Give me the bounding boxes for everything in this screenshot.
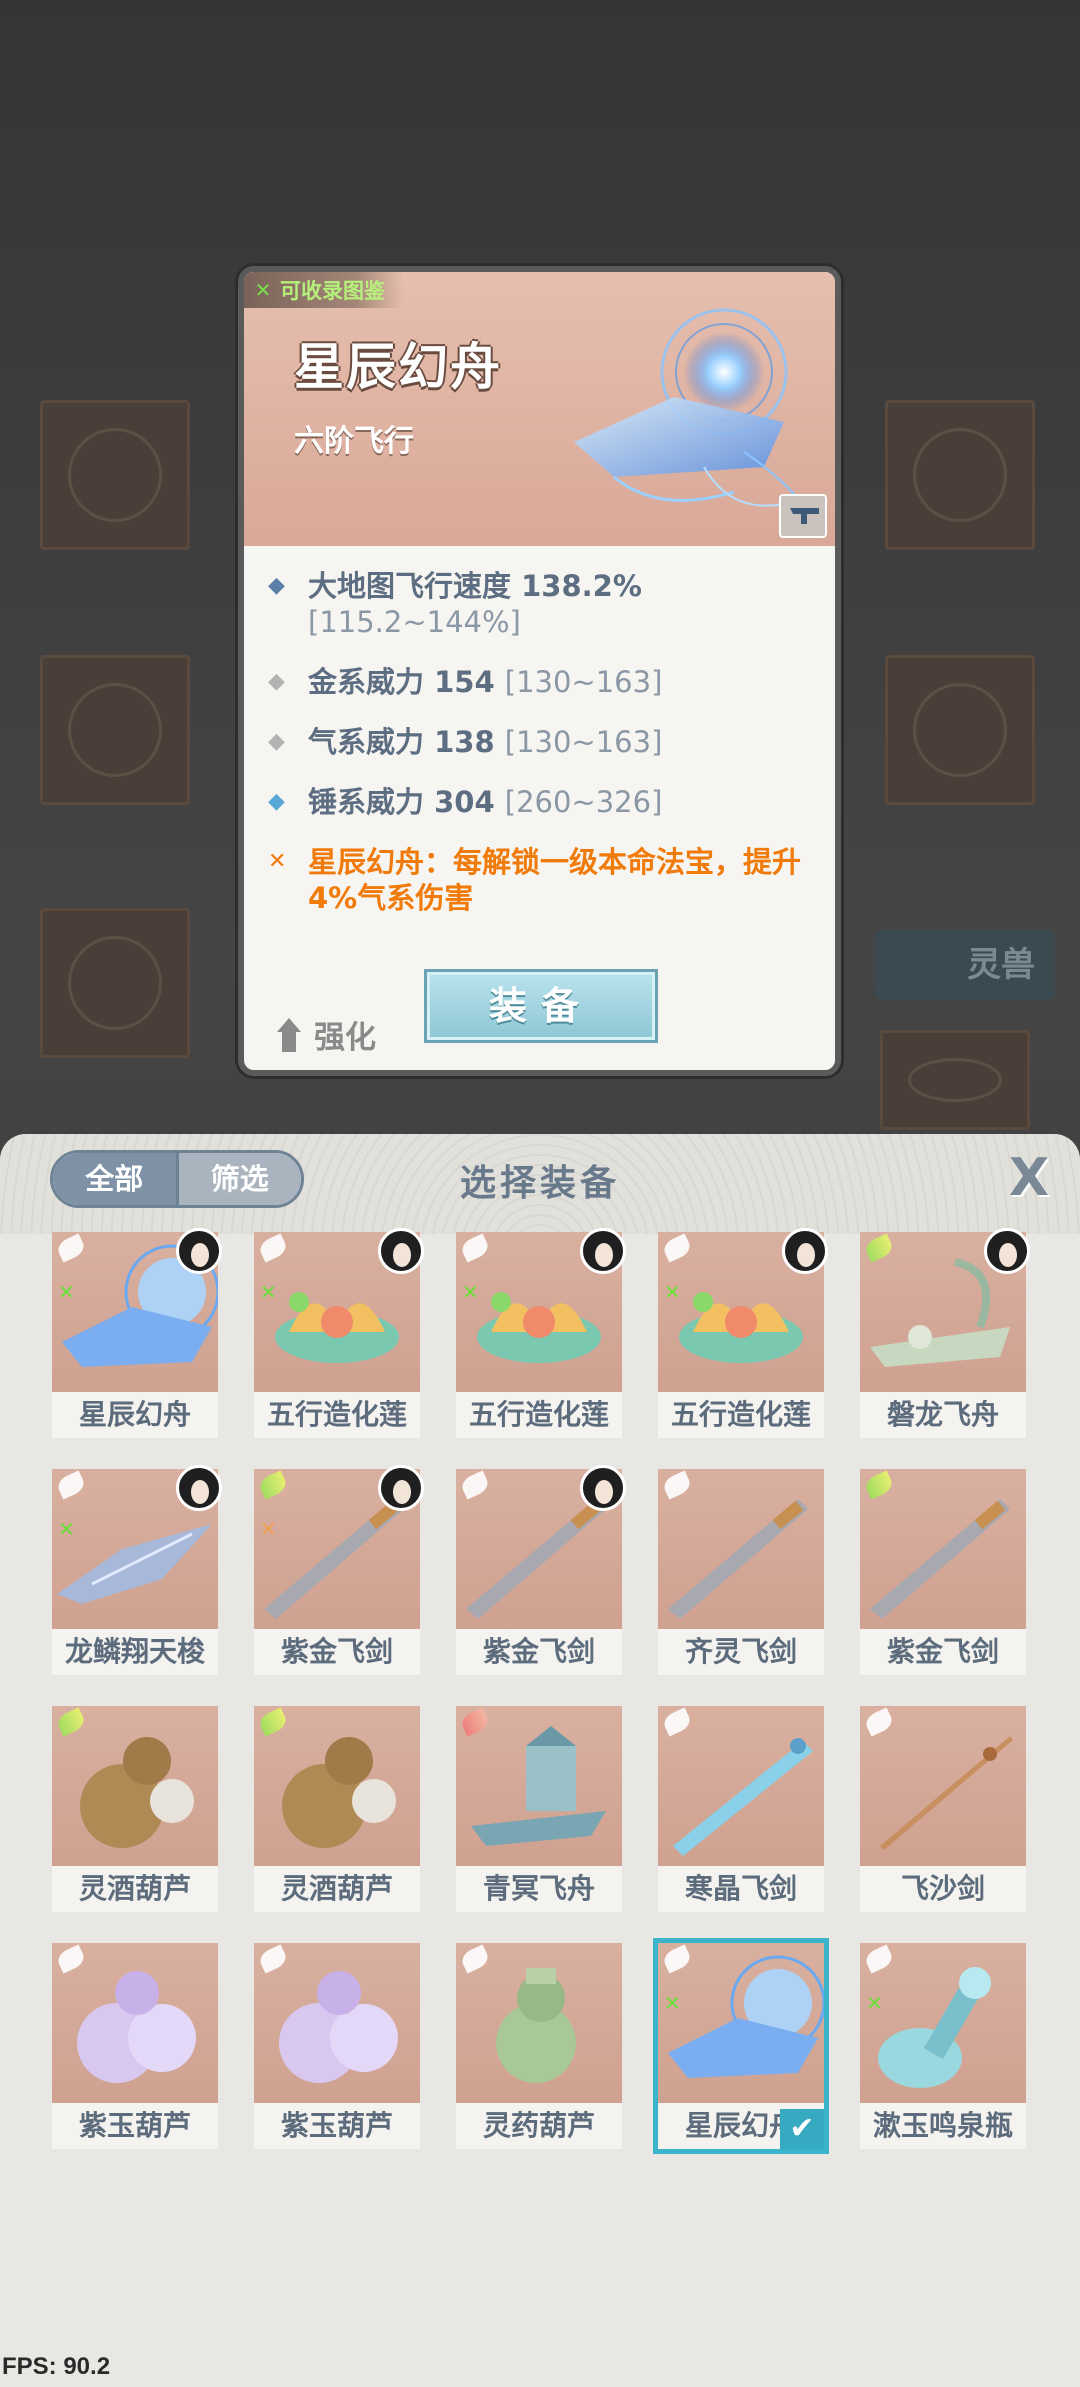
stat-range: [260~326] <box>504 785 663 819</box>
collect-mark-icon: ✕ <box>664 1280 681 1304</box>
diamond-bullet-icon: ◆ <box>268 669 285 694</box>
equipment-item-tile[interactable]: 紫玉葫芦 <box>52 1943 218 2149</box>
equipment-item-tile[interactable]: ✕ 五行造化莲 <box>456 1228 626 1438</box>
stat-row: ◆ 金系威力 154 [130~163] <box>268 664 825 700</box>
equipment-item-name: 龙鳞翔天梭 <box>52 1629 218 1675</box>
equipment-select-panel: 全部 筛选 选择装备 X ✕ 星辰幻舟 ✕ 五行造化莲 ✕ 五行造化莲 ✕ 五行造化莲 磐龙飞舟… <box>0 1134 1080 2387</box>
equipped-by-avatar <box>176 1228 222 1274</box>
equipment-item-tile[interactable]: 寒晶飞剑 <box>658 1706 824 1912</box>
upgrade-label: 强化 <box>314 1020 376 1056</box>
item-stats: ◆ 大地图飞行速度 138.2% [115.2~144%] ◆ 金系威力 154… <box>268 568 825 940</box>
bg-equipment-slot <box>40 908 190 1058</box>
equipment-item-tile[interactable]: ✕ 星辰幻舟 ✔ <box>653 1938 829 2154</box>
up-arrow-icon <box>274 1017 304 1052</box>
collect-mark-icon: ✕ <box>866 1991 883 2015</box>
equipped-by-avatar <box>176 1465 222 1511</box>
equipment-item-tile[interactable]: ✕ 龙鳞翔天梭 <box>52 1465 222 1675</box>
bg-equipment-slot <box>885 400 1035 550</box>
stat-row: ◆ 气系威力 138 [130~163] <box>268 724 825 760</box>
stat-row: ◆ 大地图飞行速度 138.2% [115.2~144%] <box>268 568 825 640</box>
equipped-by-avatar <box>984 1228 1030 1274</box>
equipment-item-name: 紫玉葫芦 <box>52 2103 218 2149</box>
equipment-item-name: 五行造化莲 <box>658 1392 824 1438</box>
equipment-item-name: 磐龙飞舟 <box>860 1392 1026 1438</box>
equipment-item-name: 灵酒葫芦 <box>254 1866 420 1912</box>
bg-equipment-slot <box>40 655 190 805</box>
item-detail-card: ✕ 可收录图鉴 星辰幻舟 六阶飞行 ◆ 大地图飞行速度 138.2% [115.… <box>238 266 841 1076</box>
special-effect: ✕ 星辰幻舟：每解锁一级本命法宝，提升4%气系伤害 <box>268 844 825 916</box>
checkmark-icon: ✔ <box>780 2109 824 2149</box>
collect-mark-icon: ✕ <box>664 1991 681 2015</box>
item-grade: 六阶飞行 <box>294 424 414 459</box>
special-effect-icon: ✕ <box>268 849 287 874</box>
equipment-item-tile[interactable]: ✕ 五行造化莲 <box>254 1228 424 1438</box>
equipment-item-tile[interactable]: 磐龙飞舟 <box>860 1228 1030 1438</box>
equipment-item-name: 齐灵飞剑 <box>658 1629 824 1675</box>
equipment-item-tile[interactable]: 紫金飞剑 <box>860 1469 1026 1675</box>
special-effect-text: 星辰幻舟：每解锁一级本命法宝，提升4%气系伤害 <box>308 845 802 915</box>
equipment-item-tile[interactable]: 飞沙剑 <box>860 1706 1026 1912</box>
equipment-item-name: 五行造化莲 <box>456 1392 622 1438</box>
stat-range: [115.2~144%] <box>308 605 521 639</box>
stat-row: ◆ 锤系威力 304 [260~326] <box>268 784 825 820</box>
equipment-item-name: 飞沙剑 <box>860 1866 1026 1912</box>
collect-mark-icon: ✕ <box>260 1280 277 1304</box>
equipment-item-name: 紫金飞剑 <box>254 1629 420 1675</box>
equipment-item-tile[interactable]: 灵药葫芦 <box>456 1943 622 2149</box>
equipped-by-avatar <box>378 1228 424 1274</box>
diamond-bullet-icon: ◆ <box>268 729 285 754</box>
equipment-item-tile[interactable]: ✕ 五行造化莲 <box>658 1228 828 1438</box>
equipment-item-tile[interactable]: ✕ 紫金飞剑 <box>254 1465 424 1675</box>
equipment-item-name: 星辰幻舟 <box>52 1392 218 1438</box>
collectible-tag: ✕ 可收录图鉴 <box>244 272 403 308</box>
equipment-item-name: 青冥飞舟 <box>456 1866 622 1912</box>
panel-title: 选择装备 <box>459 1162 620 1204</box>
equipped-by-avatar <box>580 1228 626 1274</box>
close-button[interactable]: X <box>1004 1152 1054 1204</box>
equipment-item-name: 灵药葫芦 <box>456 2103 622 2149</box>
item-title: 星辰幻舟 <box>294 337 502 396</box>
equipment-item-name: 寒晶飞剑 <box>658 1866 824 1912</box>
equipment-item-name: 五行造化莲 <box>254 1392 420 1438</box>
equipment-item-tile[interactable]: ✕ 星辰幻舟 <box>52 1228 222 1438</box>
equipped-by-avatar <box>580 1465 626 1511</box>
stat-value: 大地图飞行速度 138.2% <box>308 569 642 603</box>
diamond-bullet-icon: ◆ <box>268 573 285 598</box>
item-detail-header: ✕ 可收录图鉴 星辰幻舟 六阶飞行 <box>244 272 835 546</box>
bg-equipment-slot <box>885 655 1035 805</box>
equipped-by-avatar <box>782 1228 828 1274</box>
stat-range: [130~163] <box>504 725 663 759</box>
collect-mark-icon: ✕ <box>462 1280 479 1304</box>
diamond-bullet-icon: ◆ <box>268 789 285 814</box>
stat-range: [130~163] <box>504 665 663 699</box>
equipment-item-tile[interactable]: 紫玉葫芦 <box>254 1943 420 2149</box>
collectible-tag-label: 可收录图鉴 <box>280 279 385 303</box>
equipment-item-tile[interactable]: ✕ 漱玉鸣泉瓶 <box>860 1943 1026 2149</box>
bg-spirit-beast-tab: 灵兽 <box>875 930 1055 1000</box>
stat-value: 气系威力 138 <box>308 725 495 759</box>
upgrade-button[interactable]: 强化 <box>274 1012 376 1057</box>
equipment-item-tile[interactable]: 青冥飞舟 <box>456 1706 622 1912</box>
collect-mark-icon: ✕ <box>58 1280 75 1304</box>
collect-icon: ✕ <box>254 278 272 302</box>
equipment-item-name: 灵酒葫芦 <box>52 1866 218 1912</box>
bg-equipment-slot <box>40 400 190 550</box>
equipment-item-tile[interactable]: 灵酒葫芦 <box>254 1706 420 1912</box>
equipment-item-name: 紫金飞剑 <box>860 1629 1026 1675</box>
equipment-item-name: 紫玉葫芦 <box>254 2103 420 2149</box>
collect-mark-icon: ✕ <box>260 1517 277 1541</box>
bg-equipment-slot <box>880 1030 1030 1130</box>
equipment-item-name: 紫金飞剑 <box>456 1629 622 1675</box>
fps-counter: FPS: 90.2 <box>2 2353 111 2380</box>
equipment-item-name: 漱玉鸣泉瓶 <box>860 2103 1026 2149</box>
equipment-item-tile[interactable]: 灵酒葫芦 <box>52 1706 218 1912</box>
stat-value: 金系威力 154 <box>308 665 495 699</box>
equip-button[interactable]: 装备 <box>424 969 658 1043</box>
equipped-by-avatar <box>378 1465 424 1511</box>
stat-value: 锤系威力 304 <box>308 785 495 819</box>
storage-chest-icon[interactable] <box>779 494 827 538</box>
collect-mark-icon: ✕ <box>58 1517 75 1541</box>
equipment-item-tile[interactable]: 齐灵飞剑 <box>658 1469 824 1675</box>
equipment-item-tile[interactable]: 紫金飞剑 <box>456 1465 626 1675</box>
